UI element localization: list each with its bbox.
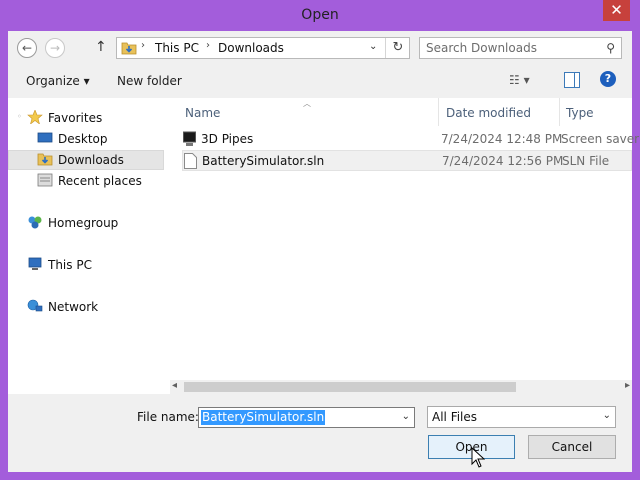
file-name: BatterySimulator.sln	[202, 154, 325, 168]
breadcrumb-this-pc[interactable]: This PC	[155, 41, 199, 55]
file-type-value: All Files	[432, 410, 478, 424]
file-type-select[interactable]: All Files ⌄	[427, 406, 616, 428]
window-title: Open	[301, 7, 339, 23]
sidebar-item-label: Network	[48, 300, 99, 314]
scroll-left-icon[interactable]: ◂	[172, 380, 177, 391]
new-folder-button[interactable]: New folder	[117, 74, 182, 88]
sidebar-item-label: Desktop	[58, 132, 108, 146]
command-toolbar: Organize ▾ New folder ☷ ▾ ?	[8, 65, 632, 98]
table-row[interactable]: 3D Pipes 7/24/2024 12:48 PM Screen saver	[182, 129, 639, 150]
screensaver-icon	[183, 131, 196, 146]
file-list: ︿ Name Date modified Type 3D Pipes 7/24/…	[178, 98, 639, 394]
sidebar-item-network[interactable]: Network	[8, 297, 164, 317]
title-bar[interactable]: Open ✕	[0, 0, 640, 30]
address-bar[interactable]: › This PC › Downloads ⌄ ↻	[116, 37, 410, 59]
address-dropdown-icon[interactable]: ⌄	[369, 41, 377, 52]
sidebar-item-label: This PC	[48, 258, 92, 272]
computer-icon	[28, 257, 42, 270]
horizontal-scrollbar[interactable]: ◂ ▸	[170, 380, 632, 394]
sidebar-item-label: Favorites	[48, 111, 103, 125]
file-type: Screen saver	[561, 132, 640, 146]
help-icon[interactable]: ?	[600, 71, 616, 87]
cancel-button[interactable]: Cancel	[528, 435, 616, 459]
column-divider[interactable]	[559, 98, 560, 126]
organize-button[interactable]: Organize ▾	[26, 74, 90, 88]
scrollbar-thumb[interactable]	[184, 382, 516, 392]
breadcrumb-downloads[interactable]: Downloads	[218, 41, 284, 55]
document-icon	[184, 153, 197, 169]
downloads-icon	[37, 153, 53, 166]
sidebar-item-label: Downloads	[58, 153, 124, 167]
sidebar-item-this-pc[interactable]: This PC	[8, 255, 164, 275]
file-name-value[interactable]: BatterySimulator.sln	[201, 410, 326, 425]
breadcrumb-separator[interactable]: ›	[141, 40, 145, 51]
collapse-arrow-icon[interactable]: ◦	[17, 112, 22, 121]
column-header-name[interactable]: Name	[185, 106, 220, 120]
forward-button[interactable]: →	[45, 38, 65, 58]
sidebar-item-favorites[interactable]: ◦ Favorites	[8, 108, 164, 128]
open-dialog-window: Open ✕ ← → ↑ › This PC › Downloads ⌄ ↻ S…	[0, 0, 640, 480]
refresh-icon[interactable]: ↻	[385, 38, 410, 58]
preview-pane-icon[interactable]	[564, 72, 580, 88]
star-icon	[27, 110, 43, 124]
navigation-pane: ◦ Favorites Desktop Downloads Recent pla…	[8, 98, 168, 394]
recent-places-icon	[37, 173, 53, 187]
search-placeholder: Search Downloads	[426, 41, 537, 55]
network-icon	[27, 299, 43, 312]
chevron-down-icon[interactable]: ⌄	[603, 410, 611, 421]
column-header-date-modified[interactable]: Date modified	[446, 106, 531, 120]
change-view-icon[interactable]: ☷ ▾	[509, 73, 535, 89]
table-row[interactable]: BatterySimulator.sln 7/24/2024 12:56 PM …	[182, 150, 632, 171]
dialog-client-area: ← → ↑ › This PC › Downloads ⌄ ↻ Search D…	[8, 31, 639, 472]
file-date: 7/24/2024 12:56 PM	[442, 154, 564, 168]
navigation-bar: ← → ↑ › This PC › Downloads ⌄ ↻ Search D…	[8, 31, 632, 65]
search-icon[interactable]: ⚲	[606, 41, 615, 55]
sidebar-item-downloads[interactable]: Downloads	[8, 150, 164, 170]
close-button[interactable]: ✕	[603, 0, 630, 21]
back-button[interactable]: ←	[17, 38, 37, 58]
sort-arrow-icon: ︿	[303, 99, 311, 108]
sidebar-item-label: Homegroup	[48, 216, 119, 230]
folder-icon	[121, 42, 137, 55]
chevron-down-icon[interactable]: ⌄	[402, 411, 410, 422]
sidebar-item-recent-places[interactable]: Recent places	[8, 171, 164, 191]
column-divider[interactable]	[438, 98, 439, 126]
mouse-cursor-icon	[471, 447, 485, 468]
sidebar-item-label: Recent places	[58, 174, 142, 188]
up-button[interactable]: ↑	[95, 39, 107, 55]
scroll-right-icon[interactable]: ▸	[625, 380, 630, 391]
file-type: SLN File	[562, 154, 610, 168]
column-header-type[interactable]: Type	[566, 106, 594, 120]
breadcrumb-separator[interactable]: ›	[206, 40, 210, 51]
file-name-label: File name:	[137, 410, 199, 424]
file-date: 7/24/2024 12:48 PM	[441, 132, 563, 146]
file-name-field[interactable]: BatterySimulator.sln ⌄	[198, 407, 415, 428]
search-input[interactable]: Search Downloads ⚲	[419, 37, 622, 59]
homegroup-icon	[28, 216, 42, 229]
file-name: 3D Pipes	[201, 132, 254, 146]
sidebar-item-desktop[interactable]: Desktop	[8, 129, 164, 149]
pane-divider[interactable]	[168, 98, 178, 394]
sidebar-item-homegroup[interactable]: Homegroup	[8, 213, 164, 233]
desktop-icon	[37, 132, 53, 143]
